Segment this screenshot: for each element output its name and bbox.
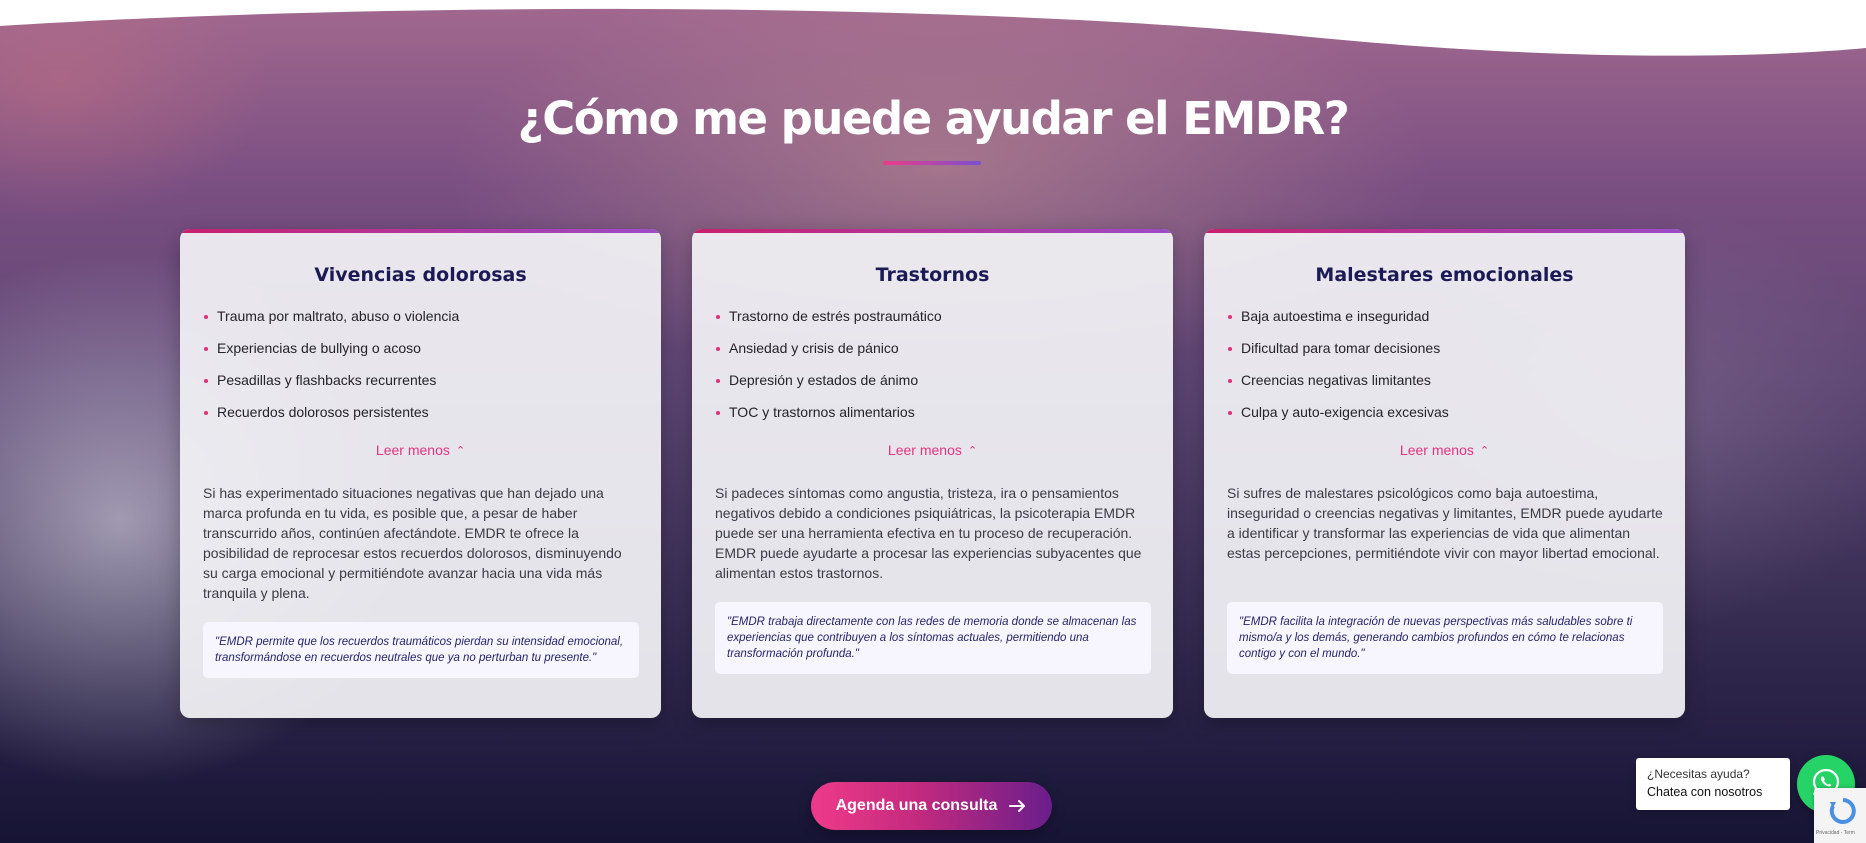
- card-title: Malestares emocionales: [1315, 264, 1574, 286]
- list-item: Recuerdos dolorosos persistentes: [203, 402, 459, 434]
- bullet-icon: [204, 379, 208, 383]
- title-underline: [883, 161, 981, 165]
- bullet-icon: [1228, 379, 1232, 383]
- bullet-icon: [204, 411, 208, 415]
- section-title: ¿Cómo me puede ayudar el EMDR?: [517, 92, 1350, 145]
- section-header: ¿Cómo me puede ayudar el EMDR?: [0, 92, 1866, 145]
- card-trastornos: Trastornos Trastorno de estrés postraumá…: [692, 229, 1173, 718]
- top-wave-divider: [0, 0, 1866, 56]
- help-chat-bubble[interactable]: ¿Necesitas ayuda? Chatea con nosotros: [1636, 758, 1790, 810]
- card-title: Trastornos: [875, 264, 990, 286]
- card-quote: "EMDR facilita la integración de nuevas …: [1227, 602, 1663, 674]
- bullet-icon: [716, 411, 720, 415]
- bullet-icon: [204, 315, 208, 319]
- list-item: Pesadillas y flashbacks recurrentes: [203, 370, 459, 402]
- card-description: Si sufres de malestares psicológicos com…: [1227, 485, 1663, 561]
- chevron-up-icon: ⌃: [1479, 445, 1490, 457]
- bullet-icon: [716, 379, 720, 383]
- list-item: Baja autoestima e inseguridad: [1227, 306, 1449, 338]
- bullet-icon: [1228, 347, 1232, 351]
- list-item: Creencias negativas limitantes: [1227, 370, 1449, 402]
- list-item: Trastorno de estrés postraumático: [715, 306, 942, 338]
- list-item: TOC y trastornos alimentarios: [715, 402, 942, 434]
- card-quote: "EMDR permite que los recuerdos traumáti…: [203, 622, 639, 678]
- help-question: ¿Necesitas ayuda?: [1647, 767, 1750, 781]
- recaptcha-badge[interactable]: Privacidad - Term: [1814, 788, 1866, 843]
- read-less-toggle[interactable]: Leer menos ⌃: [180, 442, 661, 458]
- list-item: Culpa y auto-exigencia excesivas: [1227, 402, 1449, 434]
- bullet-icon: [716, 315, 720, 319]
- bullet-icon: [204, 347, 208, 351]
- card-list: Trauma por maltrato, abuso o violencia E…: [203, 306, 459, 434]
- help-cta-text: Chatea con nosotros: [1647, 785, 1763, 799]
- card-top-accent: [1204, 229, 1685, 233]
- card-top-accent: [692, 229, 1173, 233]
- card-list: Trastorno de estrés postraumático Ansied…: [715, 306, 942, 434]
- recaptcha-text: Privacidad - Term: [1816, 830, 1855, 836]
- list-item: Depresión y estados de ánimo: [715, 370, 942, 402]
- schedule-consultation-button[interactable]: Agenda una consulta: [811, 782, 1052, 830]
- card-vivencias-dolorosas: Vivencias dolorosas Trauma por maltrato,…: [180, 229, 661, 718]
- card-top-accent: [180, 229, 661, 233]
- chevron-up-icon: ⌃: [455, 445, 466, 457]
- card-description: Si padeces síntomas como angustia, trist…: [715, 485, 1142, 581]
- list-item: Experiencias de bullying o acoso: [203, 338, 459, 370]
- chevron-up-icon: ⌃: [967, 445, 978, 457]
- card-quote: "EMDR trabaja directamente con las redes…: [715, 602, 1151, 674]
- read-less-toggle[interactable]: Leer menos ⌃: [692, 442, 1173, 458]
- read-less-toggle[interactable]: Leer menos ⌃: [1204, 442, 1685, 458]
- card-description: Si has experimentado situaciones negativ…: [203, 485, 622, 601]
- card-malestares-emocionales: Malestares emocionales Baja autoestima e…: [1204, 229, 1685, 718]
- list-item: Trauma por maltrato, abuso o violencia: [203, 306, 459, 338]
- bullet-icon: [1228, 315, 1232, 319]
- arrow-right-icon: [1009, 799, 1027, 813]
- bullet-icon: [1228, 411, 1232, 415]
- card-title: Vivencias dolorosas: [314, 264, 527, 286]
- bullet-icon: [716, 347, 720, 351]
- list-item: Dificultad para tomar decisiones: [1227, 338, 1449, 370]
- card-list: Baja autoestima e inseguridad Dificultad…: [1227, 306, 1449, 434]
- list-item: Ansiedad y crisis de pánico: [715, 338, 942, 370]
